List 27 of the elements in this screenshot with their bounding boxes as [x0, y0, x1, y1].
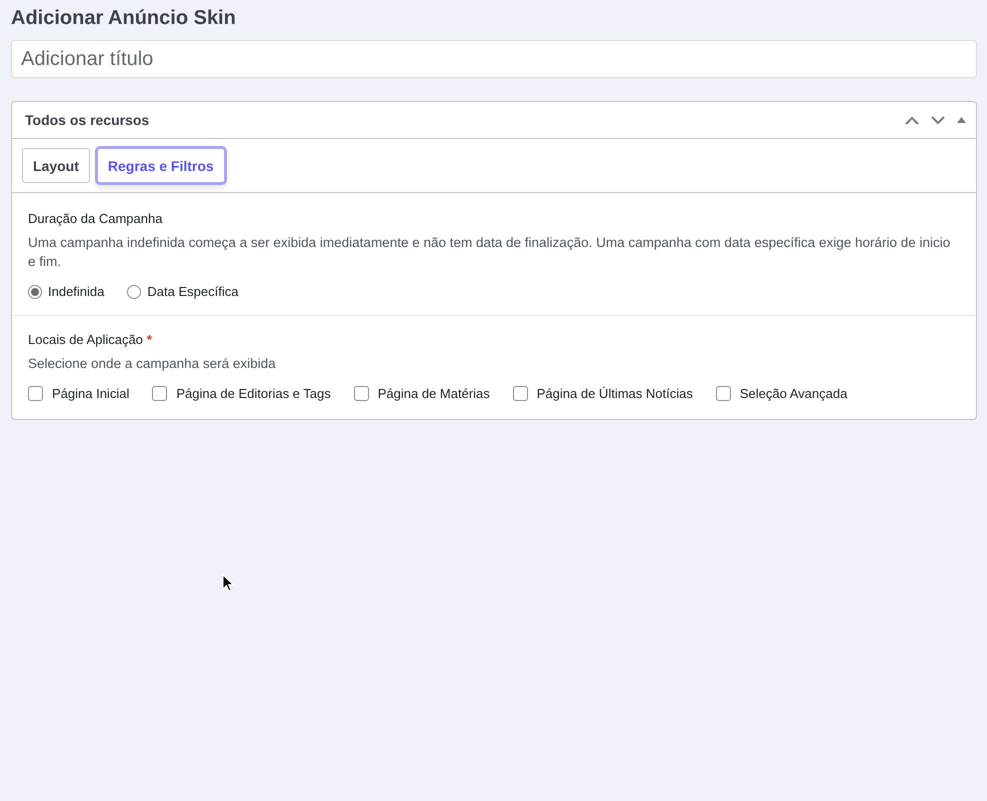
title-field[interactable]: Adicionar título — [11, 40, 977, 78]
option-label: Página de Matérias — [378, 386, 490, 401]
option-label: Página de Últimas Notícias — [536, 386, 693, 401]
required-mark: * — [146, 332, 152, 347]
collapse-icon[interactable] — [957, 117, 966, 123]
chevron-down-icon[interactable] — [931, 116, 945, 124]
option-label: Página de Editorias e Tags — [176, 386, 331, 401]
checkbox[interactable] — [28, 386, 43, 401]
panel-title: Todos os recursos — [25, 112, 150, 128]
checkbox[interactable] — [152, 386, 168, 401]
section-heading: Locais de Aplicação — [28, 332, 143, 347]
checkbox[interactable] — [354, 386, 369, 401]
tab[interactable]: Regras e Filtros — [94, 146, 227, 185]
radio-button[interactable] — [28, 284, 42, 298]
tab[interactable]: Layout — [22, 148, 90, 183]
checkbox[interactable] — [716, 386, 731, 401]
section-description: Selecione onde a campanha será exibida — [28, 355, 277, 373]
option-label: Página Inicial — [52, 386, 130, 401]
option-label: Seleção Avançada — [740, 386, 848, 401]
checkbox[interactable] — [512, 386, 528, 401]
page-title: Adicionar Anúncio Skin — [11, 7, 237, 30]
radio-button[interactable] — [127, 284, 142, 298]
option-label: Data Específica — [147, 284, 238, 299]
section-heading: Duração da Campanha — [28, 211, 162, 226]
option-label: Indefinida — [48, 284, 104, 299]
section-description: Uma campanha indefinida começa a ser exibida imediatamente e não tem data de finalização. Uma campanha com data específica exige horário de inicio e fim. — [28, 234, 952, 271]
chevron-up-icon[interactable] — [905, 116, 919, 124]
